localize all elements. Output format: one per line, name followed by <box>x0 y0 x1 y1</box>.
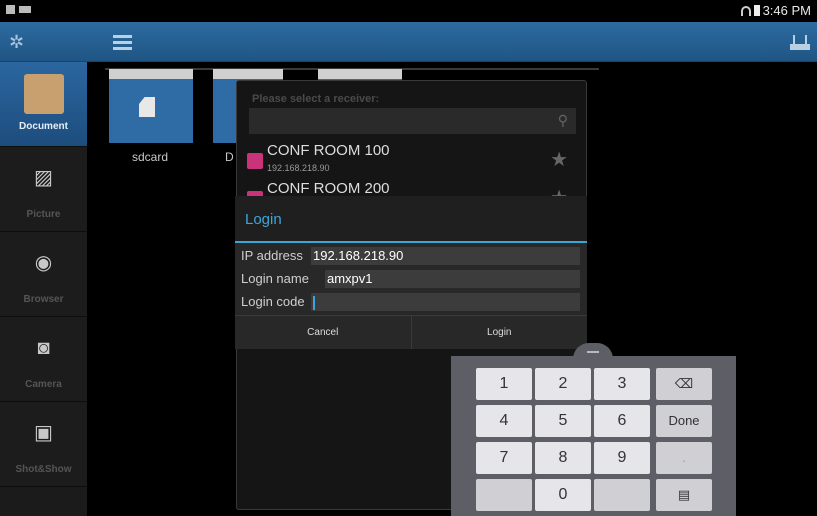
blank-key <box>476 479 532 511</box>
login-dialog-title: Login <box>245 211 282 228</box>
login-code-row: Login code <box>235 293 587 311</box>
login-name-row: Login name amxpv1 <box>235 270 587 288</box>
sidebar-item-document[interactable]: Document <box>0 62 87 147</box>
receiver-name: CONF ROOM 200 <box>267 180 390 197</box>
key-5[interactable]: 5 <box>535 405 591 437</box>
wifi-icon <box>740 5 751 16</box>
done-key[interactable]: Done <box>656 405 712 437</box>
receiver-ip: 192.168.218.90 <box>267 163 330 173</box>
numeric-keypad: 1 2 3 ⌫ 4 5 6 Done 7 8 9 . 0 ▤ <box>451 356 736 516</box>
mail-notification-icon <box>19 6 31 13</box>
dialog-button-bar: Cancel Login <box>235 315 587 349</box>
camera-icon: ◙ <box>37 337 50 359</box>
backspace-icon: ⌫ <box>674 376 694 391</box>
notification-icons <box>6 5 31 14</box>
key-7[interactable]: 7 <box>476 442 532 474</box>
key-6[interactable]: 6 <box>594 405 650 437</box>
clock: 3:46 PM <box>762 3 811 18</box>
menu-icon[interactable] <box>113 35 132 53</box>
folder-label: sdcard <box>132 150 169 164</box>
search-icon[interactable]: ⚲ <box>558 112 568 129</box>
document-icon <box>23 74 64 114</box>
settings-gear-icon[interactable]: ✲ <box>9 33 24 51</box>
key-8[interactable]: 8 <box>535 442 591 474</box>
key-1[interactable]: 1 <box>476 368 532 400</box>
receiver-prompt: Please select a receiver: <box>252 93 380 105</box>
text-cursor <box>313 295 315 310</box>
ip-address-row: IP address 192.168.218.90 <box>235 247 587 265</box>
sidebar-item-browser[interactable]: ◉ Browser <box>0 232 87 317</box>
folder-label: D <box>225 150 234 164</box>
login-code-field[interactable] <box>311 293 580 311</box>
globe-icon: ◉ <box>34 252 53 274</box>
key-3[interactable]: 3 <box>594 368 650 400</box>
status-bar: 3:46 PM <box>0 0 817 22</box>
file-icon <box>139 97 155 117</box>
login-button[interactable]: Login <box>410 316 588 349</box>
receiver-search-input[interactable]: ⚲ <box>249 108 576 134</box>
sidebar-item-label: Shot&Show <box>15 464 72 475</box>
receiver-name: CONF ROOM 100 <box>267 142 390 159</box>
login-dialog: Login IP address 192.168.218.90 Login na… <box>235 196 587 349</box>
folder-tile-sdcard[interactable] <box>109 69 193 143</box>
ip-address-field[interactable]: 192.168.218.90 <box>311 247 580 265</box>
login-name-field[interactable]: amxpv1 <box>325 270 580 288</box>
login-code-label: Login code <box>241 294 305 309</box>
battery-icon <box>753 5 760 16</box>
login-dialog-header: Login <box>235 196 587 243</box>
key-4[interactable]: 4 <box>476 405 532 437</box>
cancel-button[interactable]: Cancel <box>235 316 411 349</box>
receiver-connect-icon[interactable] <box>790 33 810 50</box>
picture-icon: ▨ <box>34 167 53 189</box>
sidebar-item-picture[interactable]: ▨ Picture <box>0 147 87 232</box>
app-bar: ✲ <box>0 22 817 62</box>
sidebar-item-label: Document <box>19 121 68 132</box>
shotshow-icon: ▣ <box>34 422 53 444</box>
clipboard-icon: ▤ <box>677 487 691 502</box>
key-0[interactable]: 0 <box>535 479 591 511</box>
sidebar-item-label: Browser <box>23 294 64 305</box>
receiver-badge-icon <box>247 153 263 169</box>
ip-address-label: IP address <box>241 248 303 263</box>
clipboard-key[interactable]: ▤ <box>656 479 712 511</box>
favorite-star-icon[interactable]: ★ <box>550 147 568 172</box>
key-9[interactable]: 9 <box>594 442 650 474</box>
sidebar-item-camera[interactable]: ◙ Camera <box>0 317 87 402</box>
sidebar-item-label: Picture <box>26 209 61 220</box>
blank-key <box>594 479 650 511</box>
backspace-key[interactable]: ⌫ <box>656 368 712 400</box>
image-notification-icon <box>6 5 15 14</box>
sidebar: Document ▨ Picture ◉ Browser ◙ Camera ▣ … <box>0 62 87 516</box>
sidebar-item-label: Camera <box>25 379 62 390</box>
dot-key[interactable]: . <box>656 442 712 474</box>
key-2[interactable]: 2 <box>535 368 591 400</box>
login-name-label: Login name <box>241 271 309 286</box>
sidebar-item-shotshow[interactable]: ▣ Shot&Show <box>0 402 87 487</box>
